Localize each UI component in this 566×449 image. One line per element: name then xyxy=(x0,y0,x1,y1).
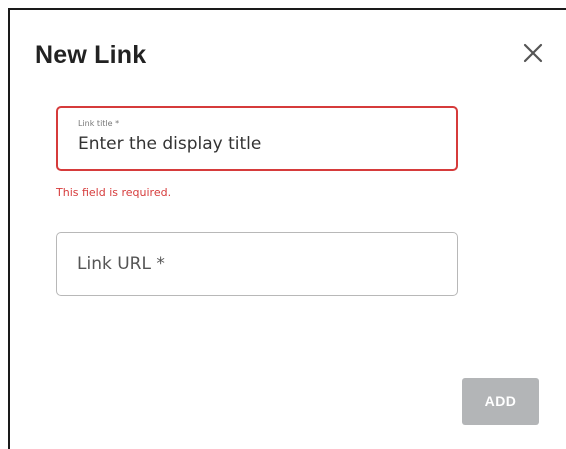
new-link-dialog: New Link Link title * Enter the display … xyxy=(8,8,566,449)
add-button[interactable]: ADD xyxy=(462,378,539,425)
link-url-input[interactable]: Link URL * xyxy=(77,253,165,275)
dialog-title: New Link xyxy=(35,41,147,69)
link-title-field[interactable]: Link title * Enter the display title xyxy=(56,106,458,171)
close-button[interactable] xyxy=(522,42,544,64)
link-title-label: Link title * xyxy=(78,119,120,128)
link-url-field[interactable]: Link URL * xyxy=(56,232,458,296)
link-title-error: This field is required. xyxy=(56,186,172,199)
link-title-input[interactable]: Enter the display title xyxy=(78,133,261,155)
close-icon xyxy=(523,43,543,63)
